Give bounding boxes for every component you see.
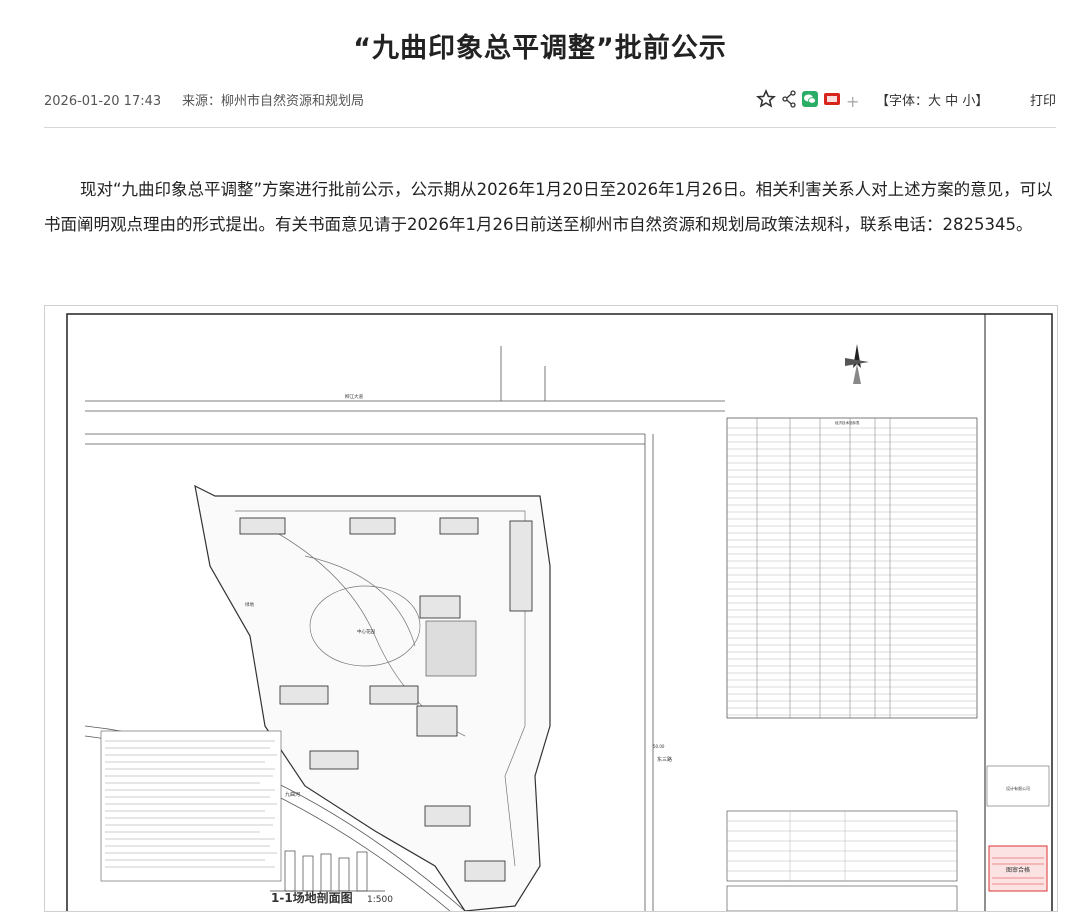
road-label-right: 东三路 bbox=[657, 756, 672, 763]
approval-stamp: 图审合格 bbox=[1006, 866, 1030, 874]
section-scale: 1:500 bbox=[367, 895, 393, 905]
print-link[interactable]: 打印 bbox=[1030, 92, 1056, 112]
center-garden-label: 中心花园 bbox=[357, 628, 375, 635]
share-icon[interactable] bbox=[782, 89, 796, 115]
font-size-label-close: 】 bbox=[975, 94, 989, 109]
header-divider bbox=[44, 127, 1056, 128]
font-size-large[interactable]: 大 bbox=[928, 94, 941, 109]
green-label: 绿地 bbox=[245, 601, 254, 608]
font-size-medium[interactable]: 中 bbox=[945, 94, 958, 109]
section-title: 1-1场地剖面图 bbox=[271, 890, 353, 905]
site-plan-image: 设计有限公司 图审合格 柳江大道 东三路 九曲河 50.00 中心花园 绿地 1… bbox=[44, 305, 1058, 912]
article-source: 来源：柳州市自然资源和规划局 bbox=[182, 94, 365, 109]
north-arrow-icon bbox=[845, 344, 869, 384]
share-bar: + bbox=[755, 88, 865, 115]
more-share-icon[interactable]: + bbox=[846, 92, 859, 112]
font-size-label-open: 【字体： bbox=[876, 94, 929, 109]
font-size-control: 【字体：大 中 小】 bbox=[876, 92, 988, 112]
weibo-icon[interactable] bbox=[824, 92, 840, 113]
dimension-label: 50.00 bbox=[653, 744, 665, 749]
star-icon[interactable] bbox=[755, 88, 777, 116]
article-body: 现对“九曲印象总平调整”方案进行批前公示，公示期从2026年1月20日至2026… bbox=[44, 180, 1053, 234]
wechat-icon[interactable] bbox=[802, 90, 818, 114]
article-title: “九曲印象总平调整”批前公示 bbox=[353, 33, 727, 64]
area-label-left: 九曲河 bbox=[285, 791, 300, 798]
road-label-top: 柳江大道 bbox=[345, 393, 363, 400]
company-label: 设计有限公司 bbox=[1006, 785, 1030, 791]
publish-date: 2026-01-20 17:43 bbox=[44, 94, 162, 109]
table-title: 经济技术指标表 bbox=[835, 420, 860, 425]
article-meta: 2026-01-20 17:43 来源：柳州市自然资源和规划局 + 【字体：大 … bbox=[44, 88, 1056, 116]
font-size-small[interactable]: 小 bbox=[962, 94, 975, 109]
